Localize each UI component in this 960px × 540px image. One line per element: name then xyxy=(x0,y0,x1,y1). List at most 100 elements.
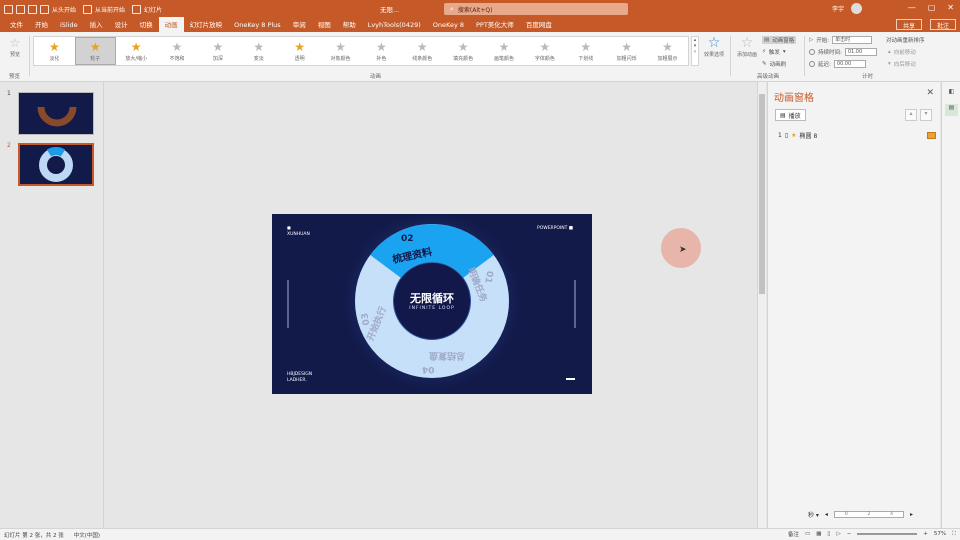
tab-view[interactable]: 视图 xyxy=(312,19,337,32)
animation-effect-item[interactable]: ★ 线条颜色 xyxy=(402,37,443,65)
comment-button[interactable]: 批注 xyxy=(929,19,956,30)
zoom-slider[interactable] xyxy=(857,533,918,535)
slide-thumbnail-1[interactable] xyxy=(18,92,94,135)
animation-effect-item[interactable]: ★ 补色 xyxy=(361,37,402,65)
slideshow-icon[interactable]: ▷ xyxy=(836,531,840,537)
minimize-button[interactable]: — xyxy=(908,3,916,12)
fit-slide-icon[interactable]: ⛶ xyxy=(952,531,956,538)
tab-design[interactable]: 设计 xyxy=(109,19,134,32)
tab-review[interactable]: 审阅 xyxy=(287,19,312,32)
trigger-label: 触发 xyxy=(768,50,780,56)
close-icon[interactable]: ✕ xyxy=(926,88,934,98)
slide-icon[interactable] xyxy=(132,4,142,14)
qat-slide[interactable]: 幻灯片 xyxy=(144,5,162,14)
tab-transitions[interactable]: 切换 xyxy=(134,19,159,32)
zoom-in-icon[interactable]: + xyxy=(923,531,928,537)
avatar[interactable] xyxy=(851,3,862,14)
play-button[interactable]: ▤ 播放 xyxy=(775,109,806,121)
move-later-button[interactable]: ▾ 向后移动 xyxy=(888,60,916,68)
animation-effect-item[interactable]: ★ 下划线 xyxy=(565,37,606,65)
tab-lvyhtools[interactable]: LvyhTools(0429) xyxy=(362,21,427,32)
save-icon[interactable] xyxy=(4,4,13,14)
move-later-label: 向后移动 xyxy=(893,62,916,68)
animation-pane-rail-icon[interactable]: ▤ xyxy=(945,104,958,116)
seconds-dropdown[interactable]: 秒 ▾ xyxy=(808,510,819,519)
close-button[interactable]: ✕ xyxy=(947,3,954,12)
animation-effect-item[interactable]: ★ 透明 xyxy=(279,37,320,65)
brush-icon: ✎ xyxy=(762,61,767,67)
animation-effect-item[interactable]: ★ 不饱和 xyxy=(157,37,198,65)
animation-effect-item[interactable]: ★ 轮子 xyxy=(74,37,116,65)
start-row: ▷ 开始: 单击时 xyxy=(809,36,873,44)
start-select[interactable]: 单击时 xyxy=(832,36,873,44)
animation-effect-item[interactable]: ★ 放大/缩小 xyxy=(116,37,157,65)
group-animation-label: 动画 xyxy=(370,74,382,80)
animation-painter-button[interactable]: ✎ 动画刷 xyxy=(762,60,786,68)
language[interactable]: 中文(中国) xyxy=(74,531,100,539)
preview-button[interactable]: ☆ 预览 xyxy=(5,37,25,58)
animation-star-icon: ★ xyxy=(294,39,306,54)
animation-star-icon: ★ xyxy=(621,39,633,54)
animation-effect-item[interactable]: ★ 对象颜色 xyxy=(320,37,361,65)
delay-input[interactable]: 00.00 xyxy=(833,60,866,68)
animation-effect-item[interactable]: ★ 加粗展示 xyxy=(647,37,688,65)
tab-ppt-beautify[interactable]: PPT美化大师 xyxy=(470,19,520,32)
slide-number: 2 xyxy=(7,142,11,149)
animation-pane-button[interactable]: ▤ 动画窗格 xyxy=(762,36,797,44)
tab-help[interactable]: 帮助 xyxy=(337,19,362,32)
animation-list-item[interactable]: 1 ▯ ★ 椭圆 8 xyxy=(778,130,936,140)
notes-button[interactable]: 备注 xyxy=(788,530,799,538)
slide-canvas[interactable]: ■ XUNHUAN POWERPOINT ■ 无限循环 INFINITE LOO… xyxy=(272,214,592,394)
undo-icon[interactable] xyxy=(16,4,25,14)
move-earlier-button[interactable]: ▴ 向前移动 xyxy=(888,48,916,56)
tab-baidu[interactable]: 百度网盘 xyxy=(520,19,558,32)
divider xyxy=(29,36,30,76)
segment-4-number: 04 xyxy=(422,364,435,374)
vertical-scrollbar[interactable] xyxy=(757,82,766,528)
tab-insert[interactable]: 插入 xyxy=(84,19,109,32)
tab-slideshow[interactable]: 幻灯片放映 xyxy=(184,19,229,32)
tab-file[interactable]: 文件 xyxy=(4,19,29,32)
tab-onekey8[interactable]: OneKey 8 xyxy=(427,21,470,32)
tab-home[interactable]: 开始 xyxy=(29,19,54,32)
redo-icon[interactable] xyxy=(28,4,37,14)
animation-effect-item[interactable]: ★ 加深 xyxy=(198,37,239,65)
animation-effect-item[interactable]: ★ 画笔颜色 xyxy=(484,37,525,65)
tab-animations[interactable]: 动画 xyxy=(158,17,184,32)
clock-icon xyxy=(809,49,815,55)
share-button[interactable]: 共享 xyxy=(895,19,922,30)
search-box[interactable]: ⌕ 搜索(Alt+Q) xyxy=(444,3,628,15)
qat-start-beginning[interactable]: 从头开始 xyxy=(52,5,76,14)
duration-input[interactable]: 01.00 xyxy=(844,48,877,56)
add-animation-button[interactable]: ☆ 添加动画 xyxy=(733,36,761,58)
effect-options-button[interactable]: ☆ 效果选项 xyxy=(700,36,728,58)
trigger-button[interactable]: ⚡ 触发 ▾ xyxy=(762,48,786,56)
reading-view-icon[interactable]: ▯ xyxy=(827,531,830,537)
scroll-left-icon[interactable]: ◂ xyxy=(825,511,828,518)
tab-onekey8plus[interactable]: OneKey 8 Plus xyxy=(228,21,287,32)
normal-view-icon[interactable]: ▭ xyxy=(805,531,810,537)
move-up-icon[interactable]: ▴ xyxy=(905,109,917,121)
animation-effect-item[interactable]: ★ 填充颜色 xyxy=(443,37,484,65)
scrollbar-thumb[interactable] xyxy=(759,94,765,294)
scroll-right-icon[interactable]: ▸ xyxy=(910,511,913,518)
slide-top-left-text: XUNHUAN xyxy=(287,232,310,237)
format-pane-icon[interactable]: ◧ xyxy=(945,88,958,100)
animation-effect-item[interactable]: ★ 加粗闪烁 xyxy=(606,37,647,65)
tab-islide[interactable]: iSlide xyxy=(54,21,84,32)
start-current-icon[interactable] xyxy=(83,4,93,14)
start-from-beginning-icon[interactable] xyxy=(40,4,49,14)
animation-effect-item[interactable]: ★ 变淡 xyxy=(238,37,279,65)
group-advanced-label: 高级动画 xyxy=(757,74,780,80)
zoom-level[interactable]: 57% xyxy=(934,531,946,537)
maximize-button[interactable]: ▢ xyxy=(928,3,936,12)
animation-effect-item[interactable]: ★ 淡化 xyxy=(34,37,75,65)
slide-thumbnail-2[interactable] xyxy=(18,143,94,186)
move-down-icon[interactable]: ▾ xyxy=(920,109,932,121)
user-name[interactable]: 李宇 xyxy=(832,4,844,13)
qat-start-current[interactable]: 从当前开始 xyxy=(95,5,125,14)
slide-sorter-icon[interactable]: ▦ xyxy=(816,531,821,537)
gallery-scroll[interactable]: ▴ ▾ ▿ xyxy=(691,36,699,66)
zoom-out-icon[interactable]: − xyxy=(847,531,852,537)
animation-effect-item[interactable]: ★ 字体颜色 xyxy=(525,37,566,65)
